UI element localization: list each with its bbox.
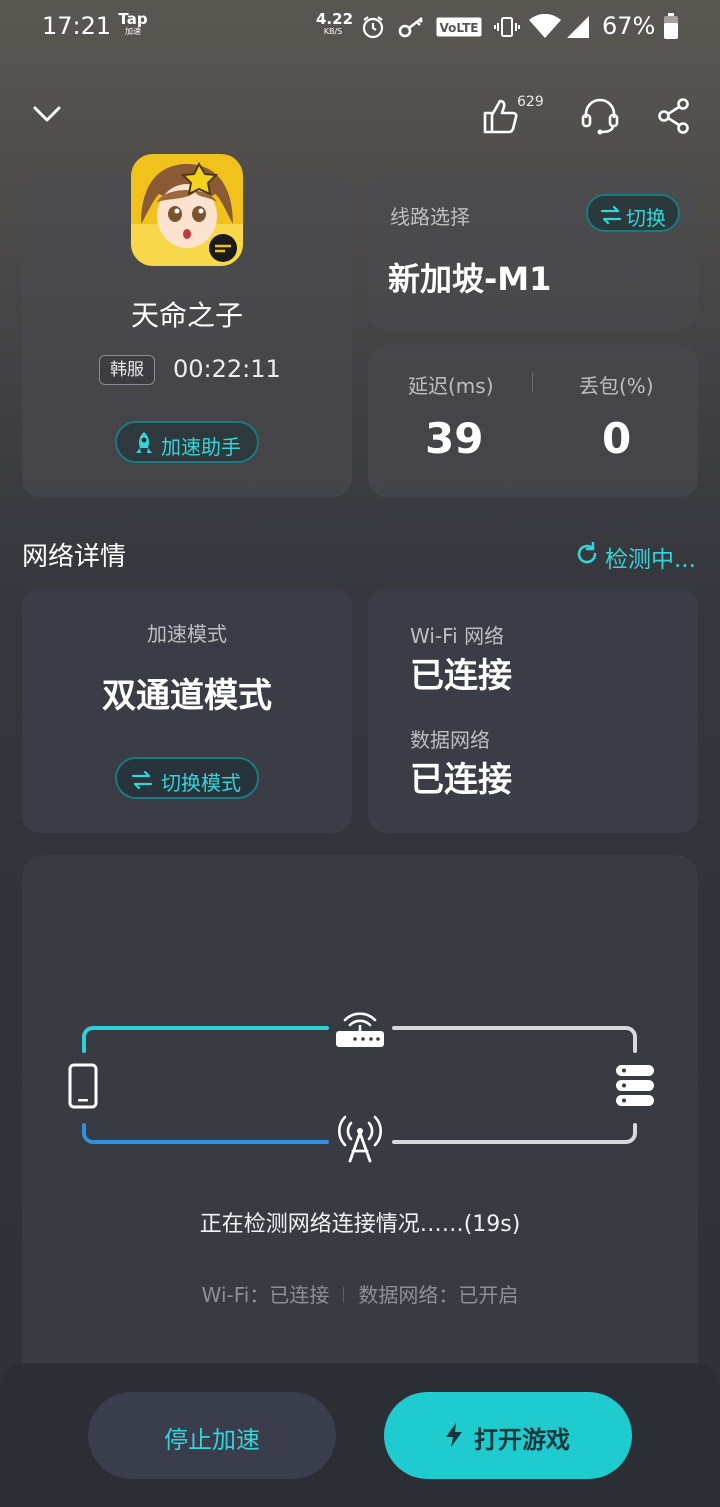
tap-accelerator-badge: Tap 加速 [118,10,148,36]
assistant-button[interactable]: 加速助手 [115,421,259,463]
swap-icon [131,771,153,789]
summary-divider [343,1287,345,1303]
assistant-label: 加速助手 [161,435,241,459]
stats-divider [532,372,533,392]
wifi-network-value: 已连接 [410,656,512,696]
network-speed: 4.22 KB/S [316,10,354,36]
data-network-value: 已连接 [410,760,512,800]
mode-value: 双通道模式 [102,676,272,716]
router-icon [336,1012,384,1047]
stop-acceleration-label: 停止加速 [164,1426,260,1454]
status-time: 17:21 [42,12,112,40]
cell-tower-icon [338,1115,382,1163]
customer-service-icon[interactable] [580,96,620,140]
collapse-chevron-icon[interactable] [30,98,64,136]
packet-loss-value: 0 [602,414,632,463]
cellular-path-line [82,1123,329,1144]
packet-loss-label: 丢包(%) [579,374,654,398]
switch-mode-label: 切换模式 [161,771,241,795]
stop-acceleration-button[interactable]: 停止加速 [88,1392,336,1479]
wifi-network-label: Wi-Fi 网络 [410,624,505,648]
route-switch-button[interactable]: 切换 [586,194,680,232]
data-status-text: 数据网络：已开启 [358,1283,519,1307]
svg-text:VoLTE: VoLTE [440,21,479,35]
data-network-label: 数据网络 [410,728,490,752]
wifi-signal-icon [528,13,562,44]
game-name: 天命之子 [130,299,243,332]
network-path-diagram [68,1012,654,1163]
vibrate-icon [494,14,520,44]
open-game-button[interactable]: 打开游戏 [384,1392,632,1479]
connection-summary: Wi-Fi：已连接 数据网络：已开启 [22,1279,698,1308]
cell-signal-icon [565,14,591,44]
acceleration-timer: 00:22:11 [173,355,281,383]
swap-icon [600,206,622,224]
lightning-icon [446,1423,462,1447]
detect-progress-text: 正在检测网络连接情况……(19s) [199,1212,521,1237]
network-section-title: 网络详情 [22,542,127,572]
detecting-label: 检测中... [605,547,696,573]
rocket-icon [136,432,152,453]
open-game-label: 打开游戏 [474,1426,570,1454]
wifi-path-line [82,1026,329,1053]
wifi-status-text: Wi-Fi：已连接 [201,1283,330,1307]
battery-percent: 67% [602,12,656,40]
route-switch-label: 切换 [626,206,666,230]
game-logo [131,154,243,266]
like-count: 629 [517,94,544,110]
route-label: 线路选择 [390,205,470,229]
server-path-bottom-line [392,1123,637,1144]
stats-card [368,345,698,497]
server-icon [616,1065,654,1106]
latency-label: 延迟(ms) [408,374,494,398]
status-bar: 17:21 Tap 加速 4.22 KB/S VoLTE 67% [0,0,720,56]
route-value: 新加坡-M1 [388,260,552,298]
mode-label: 加速模式 [147,622,227,646]
switch-mode-button[interactable]: 切换模式 [115,757,259,799]
refresh-icon [577,542,597,564]
battery-icon [664,13,678,43]
server-path-top-line [392,1026,637,1053]
key-icon [398,14,426,44]
phone-icon [68,1063,98,1109]
share-icon[interactable] [654,96,694,140]
region-badge: 韩服 [99,355,155,385]
volte-icon: VoLTE [436,17,482,41]
like-icon[interactable] [480,96,520,140]
latency-value: 39 [425,414,484,463]
alarm-icon [360,14,386,44]
